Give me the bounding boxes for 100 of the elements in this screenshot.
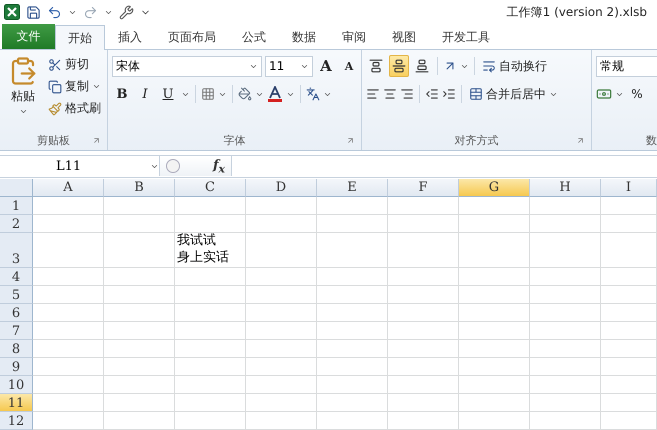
table-cell[interactable] [175,197,246,215]
percent-button[interactable]: % [627,83,647,106]
row-header[interactable]: 11 [0,394,33,412]
table-cell[interactable] [317,376,388,394]
table-cell[interactable] [33,376,104,394]
row-header[interactable]: 10 [0,376,33,394]
table-cell[interactable] [530,322,601,340]
table-cell[interactable] [104,412,175,430]
vertical-align-button[interactable] [389,55,409,78]
table-cell[interactable] [459,322,530,340]
select-all-corner[interactable] [0,179,33,197]
table-cell[interactable] [388,394,459,412]
table-cell[interactable] [530,233,601,268]
table-cell[interactable] [601,394,657,412]
table-cell[interactable] [104,340,175,358]
column-header[interactable]: F [388,179,459,197]
table-cell[interactable] [175,394,246,412]
table-cell[interactable] [317,340,388,358]
table-cell[interactable] [246,340,317,358]
table-cell[interactable] [459,215,530,233]
table-cell[interactable] [317,233,388,268]
table-cell[interactable] [317,268,388,286]
table-cell[interactable] [33,412,104,430]
shrink-font-button[interactable]: A [339,55,359,78]
table-cell[interactable] [601,268,657,286]
table-cell[interactable] [104,358,175,376]
table-cell[interactable] [246,286,317,304]
table-cell[interactable] [601,215,657,233]
table-cell[interactable] [601,322,657,340]
table-cell[interactable] [601,340,657,358]
column-header[interactable]: G [459,179,530,197]
table-cell[interactable] [104,322,175,340]
table-cell[interactable] [317,358,388,376]
row-header[interactable]: 1 [0,197,33,215]
table-cell[interactable] [317,215,388,233]
table-cell[interactable] [104,215,175,233]
table-cell[interactable] [459,376,530,394]
row-header[interactable]: 8 [0,340,33,358]
ribbon-tab[interactable]: 视图 [379,24,429,50]
table-cell[interactable] [388,233,459,268]
table-cell[interactable] [530,268,601,286]
table-cell[interactable] [175,304,246,322]
italic-button[interactable]: I [135,83,155,106]
ribbon-tab[interactable]: 开发工具 [429,24,503,50]
font-size-field[interactable]: 11 [265,56,313,77]
table-cell[interactable] [459,412,530,430]
column-header[interactable]: A [33,179,104,197]
ribbon-tab[interactable]: 审阅 [329,24,379,50]
table-cell[interactable] [459,233,530,268]
table-cell[interactable] [601,304,657,322]
table-cell[interactable] [33,340,104,358]
table-cell[interactable] [388,197,459,215]
table-cell[interactable] [33,215,104,233]
copy-button[interactable]: 复制 [46,76,103,98]
table-cell[interactable] [388,376,459,394]
table-cell[interactable] [530,197,601,215]
table-cell[interactable] [317,394,388,412]
table-cell[interactable] [33,358,104,376]
column-header[interactable]: C [175,179,246,197]
table-cell[interactable] [104,286,175,304]
row-header[interactable]: 5 [0,286,33,304]
row-header[interactable]: 7 [0,322,33,340]
table-cell[interactable] [388,304,459,322]
column-header[interactable]: D [246,179,317,197]
table-cell[interactable] [459,340,530,358]
table-cell[interactable] [601,412,657,430]
table-cell[interactable] [459,286,530,304]
app-logo-icon[interactable] [4,4,20,20]
grow-font-button[interactable]: A [316,55,336,78]
table-cell[interactable] [104,394,175,412]
table-cell[interactable] [104,376,175,394]
number-format-field[interactable]: 常规 [596,56,657,77]
table-cell[interactable] [246,197,317,215]
bold-button[interactable]: B [112,83,132,106]
table-cell[interactable] [530,376,601,394]
table-cell[interactable] [388,340,459,358]
table-cell[interactable] [388,322,459,340]
table-cell[interactable] [246,412,317,430]
table-cell[interactable] [530,412,601,430]
row-header[interactable]: 6 [0,304,33,322]
ribbon-tab[interactable]: 开始 [55,25,105,50]
format-painter-button[interactable]: 格式刷 [46,98,103,120]
table-cell[interactable] [601,286,657,304]
table-cell[interactable] [530,286,601,304]
resize-handle[interactable] [166,159,180,174]
wrap-text-button[interactable]: 自动换行 [480,56,549,77]
table-cell[interactable] [33,304,104,322]
table-cell[interactable] [459,358,530,376]
table-cell[interactable] [388,268,459,286]
font-color-icon[interactable] [267,86,283,102]
ribbon-tab[interactable]: 公式 [229,24,279,50]
column-header[interactable]: E [317,179,388,197]
table-cell[interactable] [246,394,317,412]
table-cell[interactable] [388,215,459,233]
table-cell[interactable] [33,197,104,215]
table-cell[interactable] [175,215,246,233]
table-cell[interactable] [33,322,104,340]
table-cell[interactable] [601,358,657,376]
table-cell[interactable] [459,197,530,215]
table-cell[interactable] [459,268,530,286]
